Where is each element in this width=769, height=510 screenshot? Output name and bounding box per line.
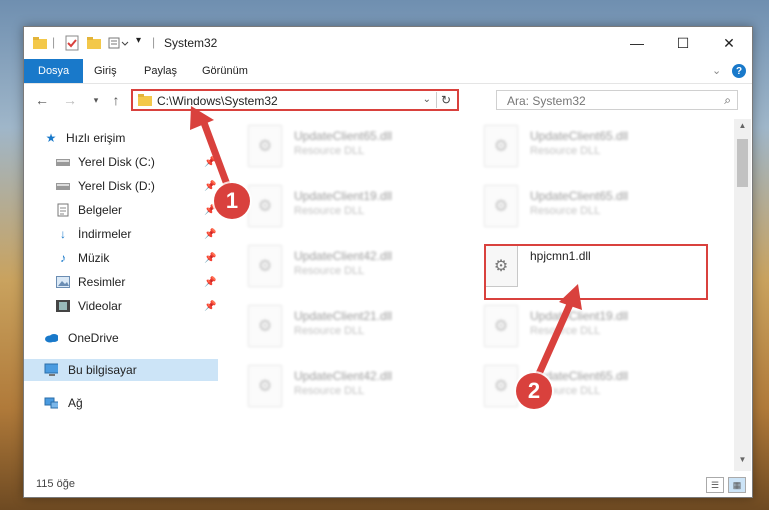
callout-arrows bbox=[190, 106, 582, 380]
callout-badge-2: 2 bbox=[516, 373, 552, 409]
callout-badge-1: 1 bbox=[214, 183, 250, 219]
